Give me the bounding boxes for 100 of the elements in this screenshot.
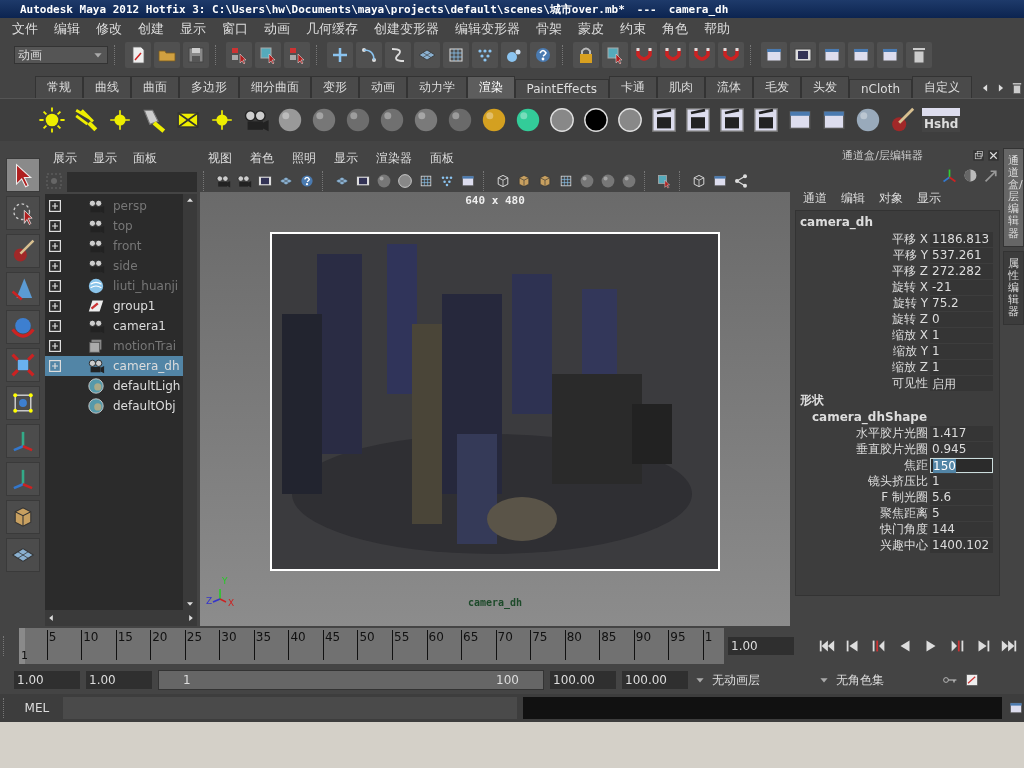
menu-item[interactable]: 角色 xyxy=(654,20,696,38)
playback-start-field[interactable]: 1.00 xyxy=(86,671,152,689)
circle-icon[interactable] xyxy=(582,106,610,134)
sphere-icon[interactable] xyxy=(480,106,508,134)
sphere-icon[interactable] xyxy=(446,106,474,134)
menu-item[interactable]: 编辑变形器 xyxy=(447,20,528,38)
menu-item[interactable]: 帮助 xyxy=(696,20,738,38)
shelf-tab[interactable]: 曲线 xyxy=(82,76,131,98)
panel-menu-item[interactable]: 着色 xyxy=(250,149,274,167)
clapperboard-icon[interactable] xyxy=(650,106,678,134)
shelf-tab[interactable]: 肌肉 xyxy=(657,76,705,98)
save-icon[interactable] xyxy=(186,45,206,65)
channel-value[interactable]: 1 xyxy=(930,359,993,375)
outliner-item[interactable]: defaultObj xyxy=(45,396,183,416)
close-icon[interactable] xyxy=(987,148,1000,162)
selection-icon[interactable] xyxy=(229,45,249,65)
shelf-tab[interactable]: PaintEffects xyxy=(514,79,609,98)
shelf-tab[interactable]: 渲染 xyxy=(466,76,515,98)
expand-icon[interactable] xyxy=(49,200,61,212)
playback-end-field[interactable]: 100.00 xyxy=(550,671,616,689)
end-time-field[interactable]: 100.00 xyxy=(622,671,688,689)
shelf-tab[interactable]: 曲面 xyxy=(130,76,179,98)
channel-value[interactable]: 0 xyxy=(930,311,993,327)
expand-icon[interactable] xyxy=(49,300,61,312)
float-icon[interactable] xyxy=(972,148,985,162)
menu-item[interactable]: 蒙皮 xyxy=(570,20,612,38)
panel-menu-item[interactable]: 展示 xyxy=(53,149,77,167)
channel-value[interactable]: 1 xyxy=(930,327,993,343)
selection-icon[interactable] xyxy=(258,45,278,65)
menu-item[interactable]: 几何缓存 xyxy=(298,20,366,38)
preferences-icon[interactable] xyxy=(964,672,980,688)
panel-menu-item[interactable]: 显示 xyxy=(93,149,117,167)
nodes-icon[interactable] xyxy=(733,173,749,189)
menu-item[interactable]: 显示 xyxy=(172,20,214,38)
trash-icon[interactable] xyxy=(1010,81,1024,95)
camera-icon[interactable] xyxy=(236,173,252,189)
channel-value[interactable]: 272.282 xyxy=(930,263,993,279)
panel-menu-item[interactable]: 编辑 xyxy=(841,189,865,207)
panel-menu-item[interactable]: 面板 xyxy=(430,149,454,167)
expand-icon[interactable] xyxy=(49,320,61,332)
channel-value[interactable]: 144 xyxy=(930,521,993,537)
window-icon[interactable] xyxy=(712,173,728,189)
selection-icon[interactable] xyxy=(656,173,672,189)
time-slider[interactable]: 1 5 10 15 20 25 30 35 40 45 50 55 60 65 70 75 80 85 90 95 1 xyxy=(19,628,724,664)
shelf-tab[interactable]: 动画 xyxy=(358,76,407,98)
menu-item[interactable]: 创建 xyxy=(130,20,172,38)
film-icon[interactable] xyxy=(793,45,813,65)
expand-icon[interactable] xyxy=(49,260,61,272)
circle-icon[interactable] xyxy=(548,106,576,134)
channel-value[interactable]: 5.6 xyxy=(930,489,993,505)
expand-icon[interactable] xyxy=(49,340,61,352)
shelf-tab[interactable]: nCloth xyxy=(849,79,912,98)
expand-icon[interactable] xyxy=(49,240,61,252)
shelf-tab[interactable]: 常规 xyxy=(34,76,83,98)
panel-menu-item[interactable]: 照明 xyxy=(292,149,316,167)
shelf-tab[interactable]: 多边形 xyxy=(178,76,239,98)
shelf-tab[interactable]: 自定义 xyxy=(912,76,972,98)
shelf-tab[interactable]: 毛发 xyxy=(753,76,801,98)
panel-menu-item[interactable]: 通道 xyxy=(803,189,827,207)
sphere-icon[interactable] xyxy=(378,106,406,134)
menu-item[interactable]: 骨架 xyxy=(528,20,570,38)
help-icon[interactable] xyxy=(299,173,315,189)
grid-icon[interactable] xyxy=(558,173,574,189)
clapperboard-icon[interactable] xyxy=(718,106,746,134)
window-icon[interactable] xyxy=(1008,700,1024,716)
menu-set-dropdown[interactable]: 动画 xyxy=(14,46,108,64)
shelf-tab[interactable]: 变形 xyxy=(310,76,359,98)
camera-icon[interactable] xyxy=(215,173,231,189)
film-icon[interactable] xyxy=(355,173,371,189)
outliner-item[interactable]: group1 xyxy=(45,296,183,316)
menu-item[interactable]: 编辑 xyxy=(46,20,88,38)
expand-icon[interactable] xyxy=(49,220,61,232)
panel-menu-item[interactable]: 显示 xyxy=(334,149,358,167)
clapperboard-icon[interactable] xyxy=(752,106,780,134)
scrollbar[interactable] xyxy=(45,610,197,626)
channel-value[interactable]: 1.417 xyxy=(930,425,993,441)
help-icon[interactable] xyxy=(533,45,553,65)
film-icon[interactable] xyxy=(257,173,273,189)
panel-menu-item[interactable]: 显示 xyxy=(917,189,941,207)
cube-icon[interactable] xyxy=(516,173,532,189)
window-icon[interactable] xyxy=(460,173,476,189)
shelf-tab[interactable]: 头发 xyxy=(801,76,849,98)
menu-item[interactable]: 文件 xyxy=(4,20,46,38)
light-icon[interactable] xyxy=(38,106,66,134)
sphere-icon[interactable] xyxy=(376,173,392,189)
circle-icon[interactable] xyxy=(616,106,644,134)
panel-menu-item[interactable]: 渲染器 xyxy=(376,149,412,167)
panel-menu-item[interactable]: 视图 xyxy=(208,149,232,167)
channel-value[interactable]: 1400.102 xyxy=(930,537,993,553)
channel-value[interactable]: 537.261 xyxy=(930,247,993,263)
channel-value[interactable]: 启用 xyxy=(930,375,993,391)
channel-value[interactable]: 150 xyxy=(930,457,993,473)
start-time-field[interactable]: 1.00 xyxy=(14,671,80,689)
sphere-icon[interactable] xyxy=(276,106,304,134)
sphere-icon[interactable] xyxy=(621,173,637,189)
side-tab[interactable]: 属性编辑器 xyxy=(1003,250,1024,326)
shelf-tab[interactable]: 细分曲面 xyxy=(238,76,311,98)
clapperboard-icon[interactable] xyxy=(684,106,712,134)
outliner-item[interactable]: camera1 xyxy=(45,316,183,336)
shelf-tab[interactable]: 动力学 xyxy=(406,76,467,98)
